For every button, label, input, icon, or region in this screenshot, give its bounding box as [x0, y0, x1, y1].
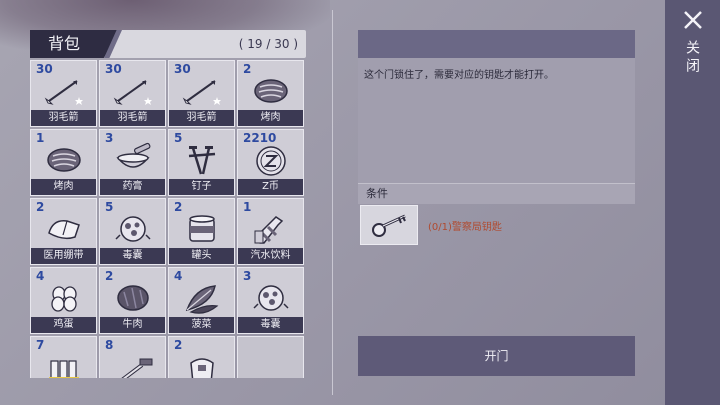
inventory-grid: 30 羽毛箭 30 羽毛箭 30 羽毛箭 2 烤肉 1 烤肉 3 药膏 5 钉子… [30, 60, 306, 378]
inventory-slot[interactable]: 2 烤肉 [237, 60, 304, 127]
open-door-button[interactable]: 开门 [358, 336, 635, 376]
batteries-icon [49, 360, 79, 378]
condition-label: 条件 [366, 187, 388, 200]
arrow-icon [182, 80, 221, 105]
roast-meat-icon [47, 148, 81, 172]
item-label: 钉子 [169, 179, 234, 195]
detail-title-bar [358, 30, 635, 58]
item-label: 羽毛箭 [169, 110, 234, 126]
item-label: 菠菜 [169, 317, 234, 333]
inventory-slot[interactable]: 5 钉子 [168, 129, 235, 196]
inventory-slot[interactable]: 3 药膏 [99, 129, 166, 196]
soda-bottle-icon [254, 216, 284, 244]
panel-divider [332, 10, 333, 395]
requirement-text: (0/1)警察局钥匙 [428, 222, 502, 233]
inventory-slot[interactable]: 1 汽水饮料 [237, 198, 304, 265]
item-label: 毒囊 [238, 317, 303, 333]
inventory-slot[interactable]: 3 毒囊 [237, 267, 304, 334]
arrow-icon [113, 80, 152, 105]
inventory-slot[interactable]: 4 菠菜 [168, 267, 235, 334]
item-label: 烤肉 [238, 110, 303, 126]
close-label[interactable]: 关闭 [684, 40, 702, 76]
cloth-bag-icon [190, 358, 214, 378]
inventory-panel: 背包 ( 19 / 30 ) 30 羽毛箭 30 羽毛箭 30 羽毛箭 2 烤肉… [30, 30, 306, 378]
item-label: 医用绷带 [31, 248, 96, 264]
description-text: 这个门锁住了，需要对应的钥匙才能打开。 [364, 70, 554, 81]
inventory-slot[interactable]: 30 羽毛箭 [168, 60, 235, 127]
item-label: 烤肉 [31, 179, 96, 195]
description-box: 这个门锁住了，需要对应的钥匙才能打开。 [358, 58, 635, 183]
inventory-slot[interactable]: 30 羽毛箭 [99, 60, 166, 127]
inventory-slot[interactable]: 2210 Z币 [237, 129, 304, 196]
inventory-slot[interactable]: 2 医用绷带 [30, 198, 97, 265]
inventory-slot-empty[interactable] [237, 336, 304, 378]
close-icon[interactable] [683, 10, 703, 30]
item-label: 汽水饮料 [238, 248, 303, 264]
arrow-icon [44, 80, 83, 105]
item-label: 鸡蛋 [31, 317, 96, 333]
poison-sac-icon [115, 216, 151, 242]
inventory-count: ( 19 / 30 ) [238, 37, 298, 51]
ointment-bowl-icon [116, 142, 151, 168]
spinach-icon [185, 285, 219, 314]
pipe-icon [121, 358, 153, 378]
item-label: 药膏 [100, 179, 165, 195]
beef-icon [117, 285, 149, 311]
nails-icon [188, 146, 216, 175]
poison-sac-icon [253, 285, 289, 311]
item-label: 羽毛箭 [31, 110, 96, 126]
inventory-slot[interactable]: 2 罐头 [168, 198, 235, 265]
inventory-slot[interactable]: 7 [30, 336, 97, 378]
required-item-slot[interactable] [360, 205, 418, 245]
item-label: 罐头 [169, 248, 234, 264]
inventory-header: 背包 ( 19 / 30 ) [30, 30, 306, 58]
roast-meat-icon [254, 79, 288, 103]
bandage-icon [48, 220, 80, 240]
item-label: Z币 [238, 179, 303, 195]
inventory-slot[interactable]: 5 毒囊 [99, 198, 166, 265]
inventory-slot[interactable]: 8 [99, 336, 166, 378]
eggs-icon [51, 286, 77, 312]
z-coin-icon [256, 146, 286, 176]
item-label: 羽毛箭 [100, 110, 165, 126]
inventory-slot[interactable]: 2 牛肉 [99, 267, 166, 334]
inventory-slot[interactable]: 1 烤肉 [30, 129, 97, 196]
can-icon [189, 215, 215, 242]
inventory-slot[interactable]: 2 [168, 336, 235, 378]
key-icon [372, 214, 406, 237]
inventory-slot[interactable]: 30 羽毛箭 [30, 60, 97, 127]
inventory-slot[interactable]: 4 鸡蛋 [30, 267, 97, 334]
condition-header: 条件 [358, 183, 635, 204]
item-label: 牛肉 [100, 317, 165, 333]
item-label: 毒囊 [100, 248, 165, 264]
